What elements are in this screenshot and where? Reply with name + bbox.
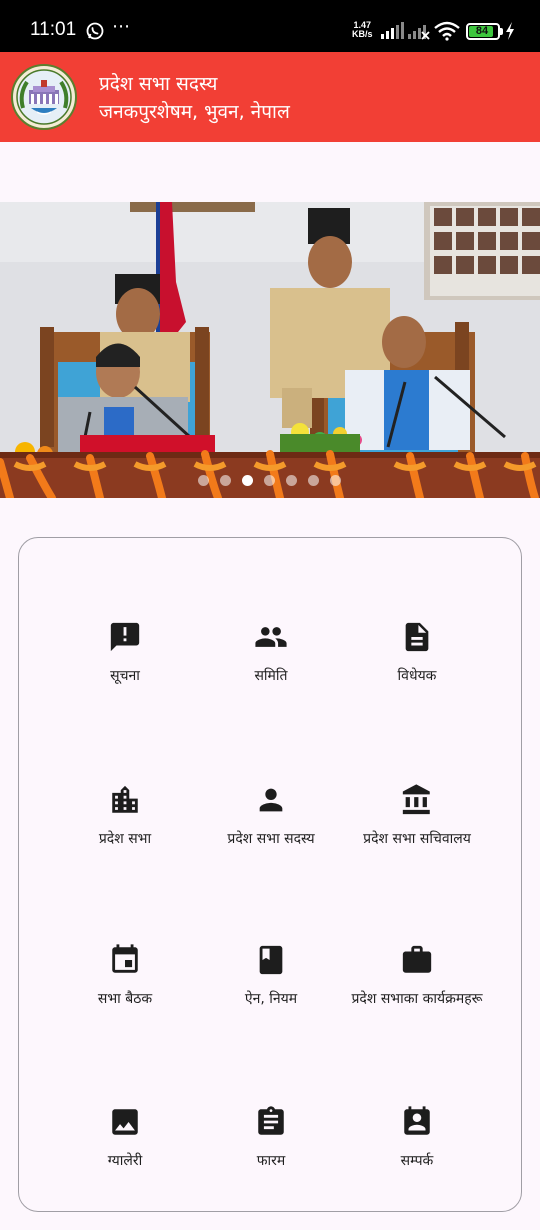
briefcase-icon [402,945,432,973]
menu-card: सूचना समिति विधेयक प्रदेश सभा प्रदेश सभा… [18,537,522,1212]
carousel-dot-active[interactable] [242,475,253,486]
carousel-dot[interactable] [264,475,275,486]
building-icon [112,785,138,813]
carousel-dot[interactable] [286,475,297,486]
menu-item-contact[interactable]: सम्पर्क [333,1105,501,1205]
carousel-dot[interactable] [308,475,319,486]
menu-item-assembly[interactable]: प्रदेश सभा [41,783,209,883]
app-bar: प्रदेश सभा सदस्य जनकपुरशेषम, भुवन, नेपाल [0,52,540,142]
app-subtitle: जनकपुरशेषम, भुवन, नेपाल [99,101,290,123]
assembly-logo [11,64,77,130]
wifi-icon [434,21,460,41]
person-icon [259,788,283,812]
image-icon [112,1109,138,1135]
menu-item-label: सभा बैठक [97,991,153,1007]
menu-item-label: फारम [256,1153,286,1169]
menu-item-acts-rules[interactable]: ऐन, नियम [187,943,355,1043]
menu-item-bill[interactable]: विधेयक [333,620,501,720]
menu-item-label: प्रदेश सभा सदस्य [227,831,315,847]
announcement-icon [110,622,140,652]
menu-item-label: समिति [254,668,288,684]
banner-image [0,202,540,498]
menu-item-secretariat[interactable]: प्रदेश सभा सचिवालय [333,783,501,883]
signal-no-service-icon [408,25,430,40]
more-notifications-icon: ⋯ [112,16,131,37]
menu-item-label: विधेयक [397,668,437,684]
menu-item-label: ऐन, नियम [244,991,298,1007]
menu-item-label: सम्पर्क [400,1153,434,1169]
book-icon [259,945,283,975]
network-speed: 1.47 KB/s [352,20,373,39]
contact-card-icon [404,1106,430,1135]
menu-item-label: प्रदेश सभा सचिवालय [363,831,471,847]
battery-icon: 84 [466,23,500,40]
clipboard-icon [258,1106,284,1135]
menu-item-label: ग्यालेरी [107,1153,143,1169]
menu-item-programs[interactable]: प्रदेश सभाका कार्यक्रमहरू [333,943,501,1043]
carousel-indicators [0,475,540,491]
menu-item-label: सूचना [110,668,140,684]
signal-icon [381,22,404,39]
charging-icon [506,22,514,40]
carousel-dot[interactable] [330,475,341,486]
menu-item-committee[interactable]: समिति [187,620,355,720]
status-bar: 11:01 ⋯ 1.47 KB/s 84 [0,0,540,52]
whatsapp-icon [86,22,104,40]
people-icon [255,627,287,647]
app-title: प्रदेश सभा सदस्य [99,73,218,95]
battery-level: 84 [475,25,489,37]
menu-item-meeting[interactable]: सभा बैठक [41,943,209,1043]
menu-item-notice[interactable]: सूचना [41,620,209,720]
banner-carousel[interactable] [0,202,540,498]
document-icon [405,622,429,652]
menu-item-members[interactable]: प्रदेश सभा सदस्य [187,783,355,883]
calendar-icon [112,944,138,973]
menu-item-label: प्रदेश सभा [98,831,152,847]
carousel-dot[interactable] [220,475,231,486]
institution-icon [402,784,430,815]
menu-item-form[interactable]: फारम [187,1105,355,1205]
status-time: 11:01 [30,19,77,40]
menu-item-gallery[interactable]: ग्यालेरी [41,1105,209,1205]
menu-item-label: प्रदेश सभाका कार्यक्रमहरू [351,991,483,1007]
carousel-dot[interactable] [198,475,209,486]
